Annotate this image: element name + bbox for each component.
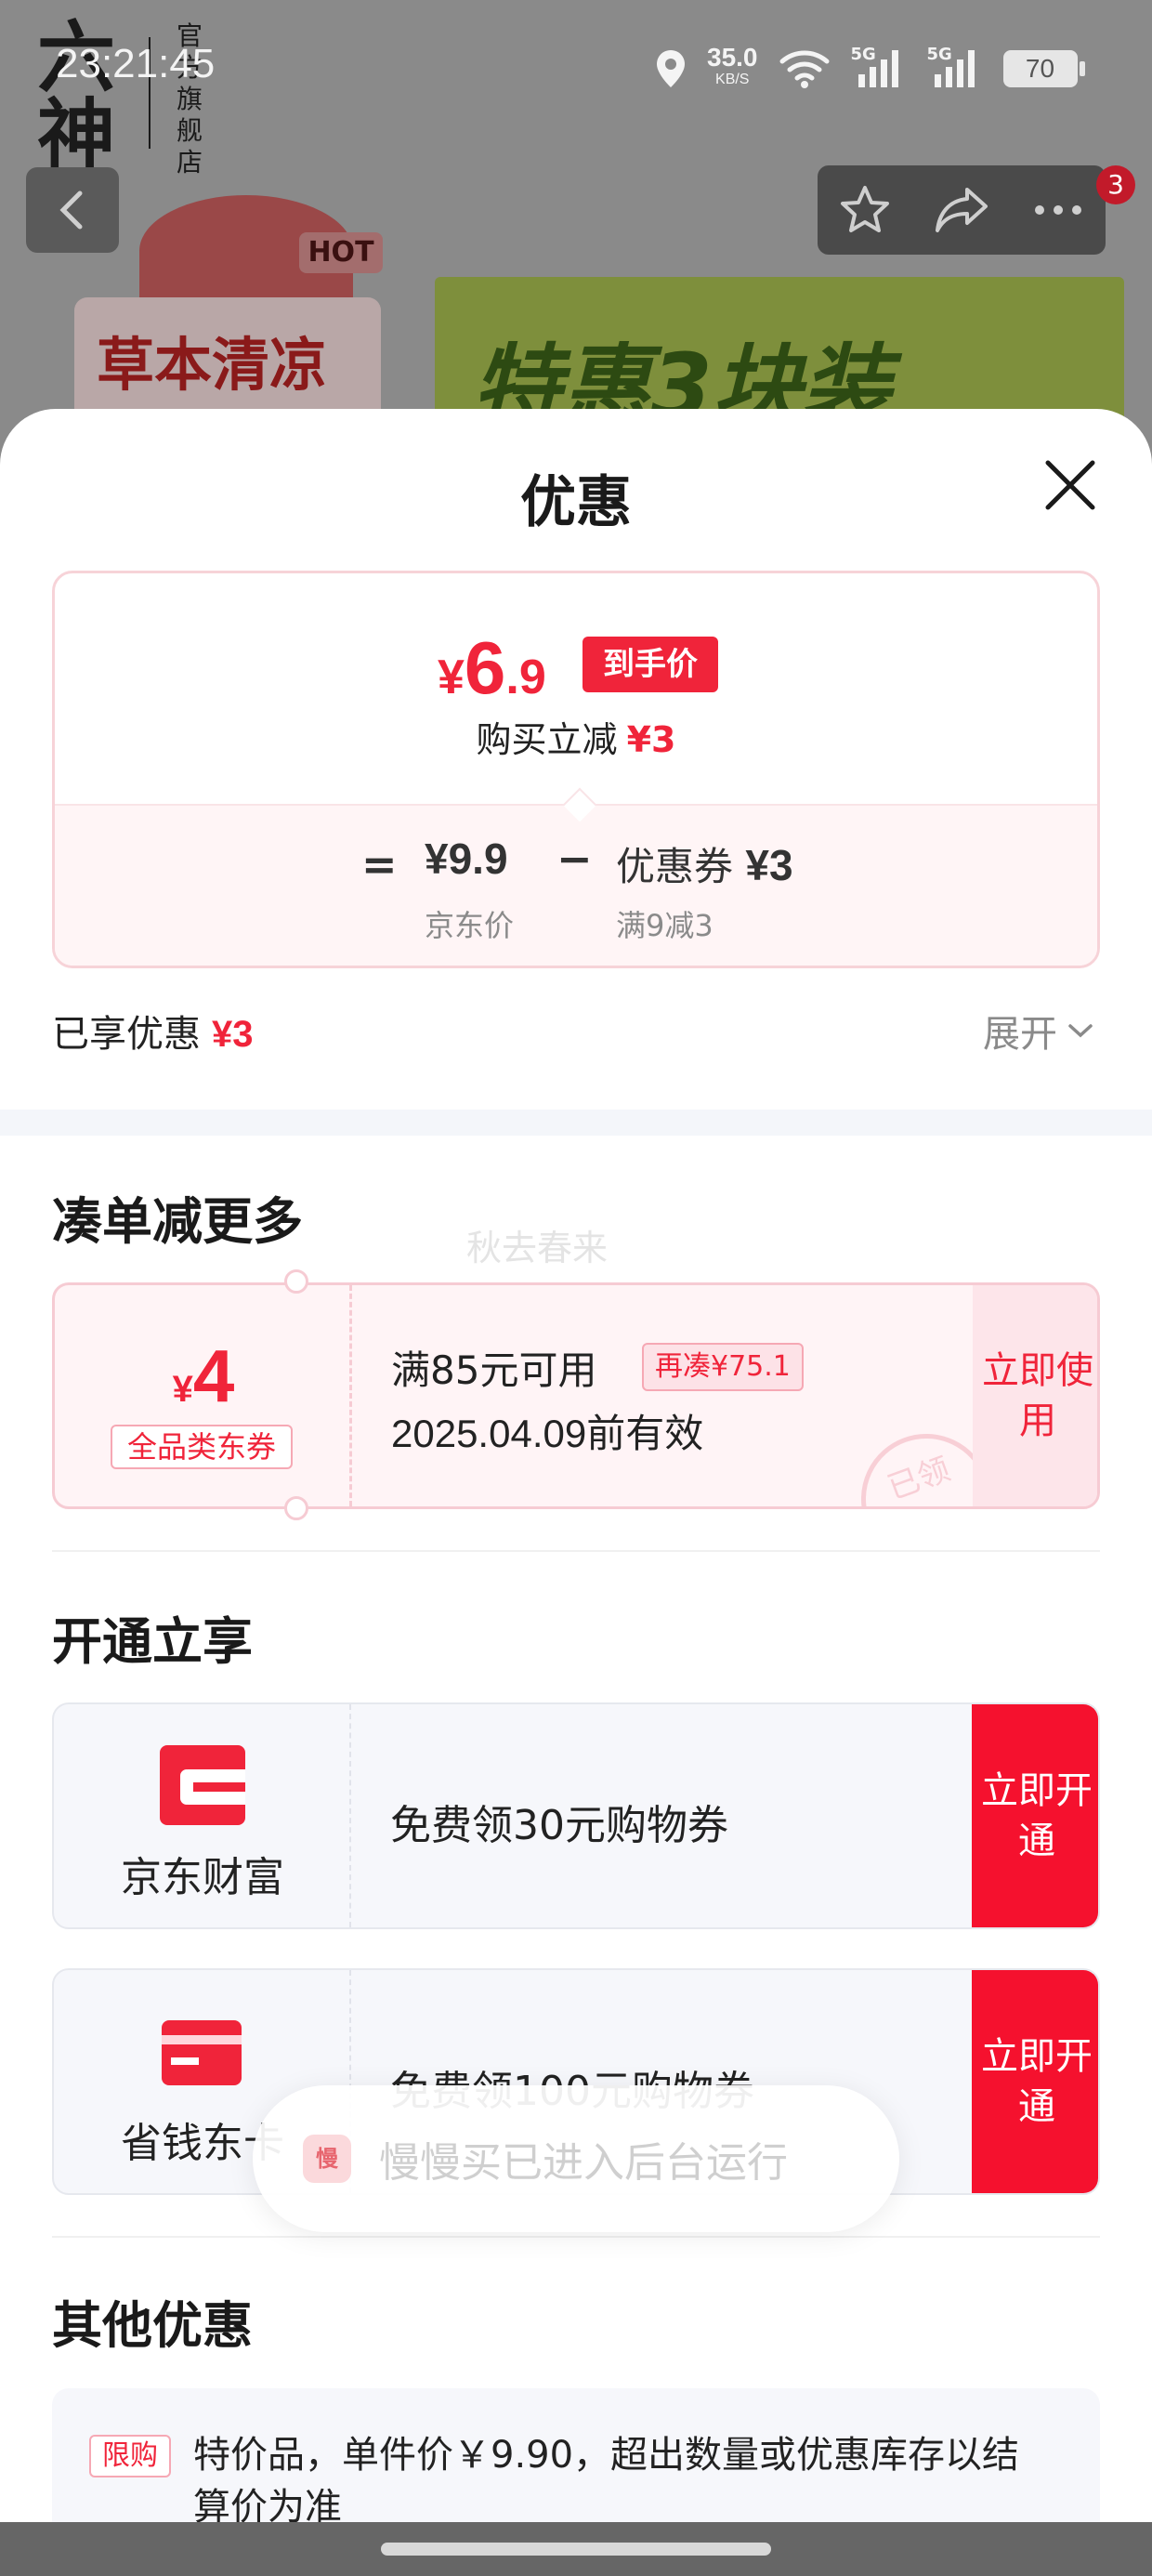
watermark: 秋去春来 xyxy=(466,1228,609,1268)
divider xyxy=(52,1550,1100,1552)
final-price-area: ¥6.9 到手价 购买立减 ¥3 xyxy=(55,573,1097,804)
signal-bars-icon xyxy=(857,50,898,87)
divider xyxy=(52,2236,1100,2238)
coupon-notch-bottom xyxy=(284,1496,308,1520)
coupon-name: 优惠券 xyxy=(616,844,734,889)
back-button[interactable] xyxy=(26,167,119,253)
close-icon[interactable] xyxy=(1041,455,1100,515)
price-formula: = ¥9.9 京东价 − 优惠券 ¥3 满9减3 xyxy=(55,804,1097,966)
coupon-notch-top xyxy=(284,1269,308,1294)
expand-button[interactable]: 展开 xyxy=(983,1004,1094,1058)
top-actions xyxy=(818,165,1106,255)
service-desc: 免费领30元购物券 xyxy=(390,1802,728,1849)
service-name: 京东财富 xyxy=(121,1854,284,1901)
signal-2: 5G xyxy=(927,45,983,89)
jd-price-label: 京东价 xyxy=(425,908,515,943)
signal-1: 5G xyxy=(851,45,907,89)
expand-label: 展开 xyxy=(983,1013,1057,1056)
coupon-condition: 满85元可用 xyxy=(391,1347,597,1393)
chevron-down-icon xyxy=(1068,1024,1093,1038)
location-icon xyxy=(657,50,685,87)
background-run-toast: 慢 慢慢买已进入后台运行 xyxy=(253,2085,899,2232)
net-speed-unit: KB/S xyxy=(715,72,750,87)
coupon-rule: 满9减3 xyxy=(616,908,713,943)
wifi-icon xyxy=(779,50,829,88)
hot-tag: HOT xyxy=(299,232,383,273)
use-coupon-button[interactable]: 立即使用 xyxy=(973,1285,1097,1506)
equals-sign: = xyxy=(361,839,398,889)
coupon-value-currency: ¥ xyxy=(172,1369,193,1410)
enjoyed-discount: 已享优惠 ¥3 xyxy=(52,1004,254,1058)
open-section-title: 开通立享 xyxy=(52,1612,253,1671)
star-icon[interactable] xyxy=(837,182,893,238)
toast-text: 慢慢买已进入后台运行 xyxy=(379,2139,788,2187)
cart-badge: 3 xyxy=(1096,165,1135,204)
share-icon[interactable] xyxy=(932,182,991,238)
other-section-title: 其他优惠 xyxy=(52,2296,253,2355)
status-icons: 35.0 KB/S 5G 5G 70 xyxy=(655,41,1085,97)
service-logo-area: 京东财富 xyxy=(54,1704,351,1927)
limit-text: 特价品，单件价￥9.90，超出数量或优惠库存以结算价为准 xyxy=(193,2434,1020,2529)
reduce-label: 购买立减 xyxy=(476,719,618,760)
more-section-title: 凑单减更多 xyxy=(52,1192,303,1251)
reduce-line: 购买立减 ¥3 xyxy=(55,711,1097,762)
coupon-value-area: ¥4 全品类东券 xyxy=(55,1285,352,1506)
final-price-tag: 到手价 xyxy=(583,637,718,692)
jd-price: ¥9.9 xyxy=(425,835,508,883)
reduce-amount: ¥3 xyxy=(626,719,676,760)
coupon-add-more: 再凑¥75.1 xyxy=(642,1343,804,1391)
minus-sign: − xyxy=(556,834,593,884)
open-service-button[interactable]: 立即开通 xyxy=(972,1704,1098,1927)
banner-left-text: 草本清凉 xyxy=(97,331,328,399)
home-indicator[interactable] xyxy=(381,2543,771,2556)
service-card-jd-wealth[interactable]: 京东财富 免费领30元购物券 立即开通 xyxy=(52,1702,1100,1929)
final-price-int: 6 xyxy=(464,626,506,709)
battery-indicator: 70 xyxy=(1002,50,1085,87)
net-speed-value: 35.0 xyxy=(707,43,758,72)
coupon-amount: ¥3 xyxy=(745,841,793,889)
enjoyed-label: 已享优惠 xyxy=(52,1013,201,1056)
open-service-button[interactable]: 立即开通 xyxy=(972,1970,1098,2193)
final-price-currency: ¥ xyxy=(438,651,465,704)
coupon-value-amount: 4 xyxy=(192,1334,235,1417)
more-icon[interactable] xyxy=(1030,201,1086,219)
final-price-dec: .9 xyxy=(505,651,546,704)
limit-tag: 限购 xyxy=(89,2435,171,2477)
clock: 23:21:45 xyxy=(56,41,216,86)
enjoyed-amount: ¥3 xyxy=(212,1014,254,1055)
chevron-left-icon xyxy=(59,191,83,230)
price-card: ¥6.9 到手价 购买立减 ¥3 = ¥9.9 京东价 − 优惠券 ¥3 满9减3 xyxy=(52,571,1100,968)
app-icon: 慢 xyxy=(303,2135,351,2183)
net-speed: 35.0 KB/S xyxy=(707,43,758,91)
card-icon xyxy=(162,2020,242,2085)
final-price: ¥6.9 xyxy=(438,625,546,711)
jd-coupon[interactable]: ¥4 全品类东券 满85元可用 再凑¥75.1 2025.04.09前有效 已领… xyxy=(52,1282,1100,1509)
discount-sheet: 优惠 ¥6.9 到手价 购买立减 ¥3 = ¥9.9 京东价 − 优惠券 ¥3 满… xyxy=(0,409,1152,2576)
coupon-deduction: 优惠券 ¥3 xyxy=(616,835,793,892)
coupon-kind: 全品类东券 xyxy=(111,1425,293,1469)
jd-wealth-icon xyxy=(160,1745,245,1825)
status-bar: 23:21:45 35.0 KB/S 5G 5G 70 xyxy=(0,0,1152,139)
sheet-title: 优惠 xyxy=(520,470,632,535)
coupon-value: ¥4 xyxy=(55,1334,352,1419)
section-separator xyxy=(0,1110,1152,1136)
signal-bars-icon xyxy=(934,50,975,87)
coupon-expiry: 2025.04.09前有效 xyxy=(391,1412,704,1455)
